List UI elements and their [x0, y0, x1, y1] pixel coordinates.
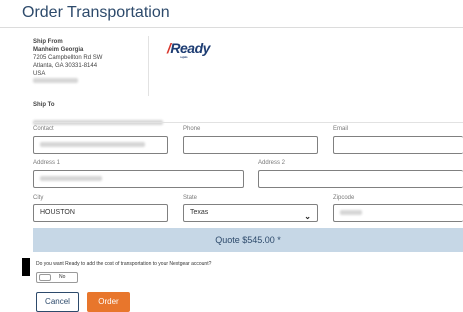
cancel-button[interactable]: Cancel [36, 292, 79, 312]
ship-to-label: Ship To [33, 102, 55, 108]
email-input[interactable] [333, 136, 463, 154]
zipcode-redacted-value [340, 210, 362, 215]
city-label: City [33, 195, 44, 201]
state-selected-value: Texas [190, 209, 209, 216]
address2-input[interactable] [258, 170, 463, 188]
email-label: Email [333, 126, 349, 132]
ship-from-country: USA [33, 71, 46, 77]
order-button[interactable]: Order [87, 292, 130, 312]
redaction-box [22, 258, 30, 276]
phone-label: Phone [183, 126, 201, 132]
page-title: Order Transportation [22, 4, 170, 21]
ship-from-label: Ship From [33, 39, 63, 45]
contact-label: Contact [33, 126, 54, 132]
address2-label: Address 2 [258, 160, 286, 166]
ship-from-name: Manheim Georgia [33, 47, 84, 53]
logo-subtext: Logistics [180, 55, 188, 59]
phone-input[interactable] [183, 136, 318, 154]
contact-input[interactable] [33, 136, 168, 154]
zipcode-label: Zipcode [333, 195, 355, 201]
ship-from-divider [148, 36, 149, 96]
toggle-label: No [59, 274, 66, 280]
quote-banner: Quote $545.00 * [33, 228, 463, 252]
address1-label: Address 1 [33, 160, 61, 166]
contact-redacted-value [40, 142, 145, 147]
address1-redacted-value [40, 176, 102, 181]
address1-input[interactable] [33, 170, 244, 188]
ship-from-city-line: Atlanta, GA 30331-8144 [33, 63, 98, 69]
ship-from-block: Ship From Manheim Georgia 7205 Campbellt… [33, 38, 102, 86]
zipcode-input[interactable] [333, 204, 463, 222]
chevron-down-icon: ⌄ [304, 212, 311, 221]
ship-to-divider [33, 122, 463, 123]
header-divider [0, 27, 463, 28]
ship-from-street: 7205 Campbellton Rd SW [33, 55, 103, 61]
city-input[interactable]: HOUSTON [33, 204, 168, 222]
nextgear-question: Do you want Ready to add the cost of tra… [36, 261, 212, 267]
nextgear-toggle[interactable]: No [36, 272, 78, 283]
ready-logo: /Ready Logistics [167, 40, 210, 59]
toggle-knob [39, 274, 51, 281]
ship-from-redacted-phone [33, 78, 102, 86]
state-label: State [183, 195, 198, 201]
state-select[interactable]: Texas ⌄ [183, 204, 318, 222]
